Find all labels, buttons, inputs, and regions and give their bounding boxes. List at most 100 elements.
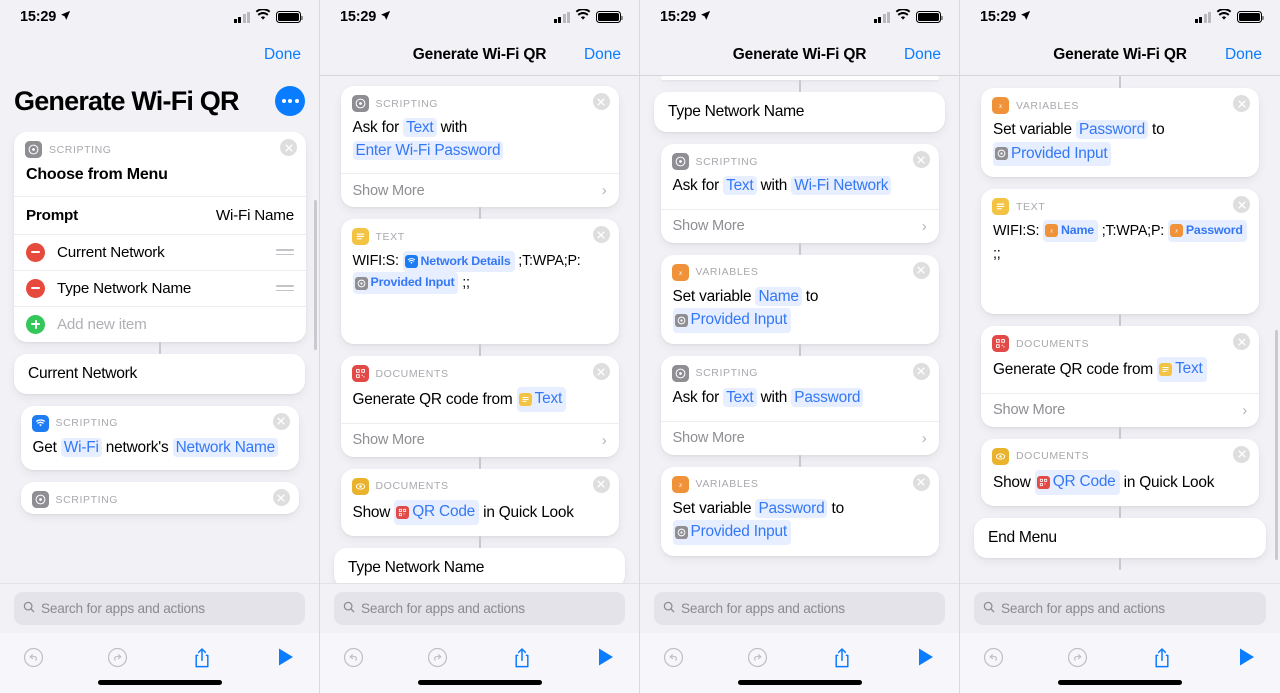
action-card-text[interactable]: TEXT WIFI:S: x Name ;T:WPA;P: x Password…: [981, 189, 1259, 315]
variable-token-password[interactable]: x Password: [1167, 220, 1247, 242]
close-icon[interactable]: [912, 362, 930, 380]
search-input[interactable]: Search for apps and actions: [334, 592, 625, 625]
scroll-indicator[interactable]: [1275, 330, 1278, 560]
show-more-row[interactable]: Show More ›: [981, 392, 1259, 427]
play-icon[interactable]: [591, 647, 621, 667]
undo-icon[interactable]: [658, 647, 688, 668]
parameter-type[interactable]: Text: [723, 176, 757, 195]
show-more-row[interactable]: Show More ›: [660, 208, 939, 243]
done-button[interactable]: Done: [1225, 46, 1262, 64]
card-body[interactable]: WIFI:S: x Name ;T:WPA;P: x Password ;;: [981, 215, 1259, 275]
play-icon[interactable]: [1232, 647, 1262, 667]
play-icon[interactable]: [271, 647, 301, 667]
action-card-text[interactable]: TEXT WIFI:S: Network Details ;T:WPA;P: P…: [340, 219, 619, 345]
reorder-handle-icon[interactable]: [276, 284, 294, 292]
show-more-row[interactable]: Show More ›: [660, 420, 939, 455]
close-icon[interactable]: [280, 139, 297, 156]
action-card-set-variable-password[interactable]: x VARIABLES Set variable Password to Pro…: [660, 466, 939, 556]
menu-branch-label[interactable]: Type Network Name: [334, 547, 625, 583]
parameter-prompt[interactable]: Enter Wi-Fi Password: [352, 140, 504, 160]
scroll-indicator[interactable]: [314, 200, 317, 350]
shortcut-actions-scroll-1[interactable]: SCRIPTING Choose from Menu Prompt Wi-Fi …: [0, 132, 319, 583]
close-icon[interactable]: [592, 363, 610, 381]
menu-item-label[interactable]: Current Network: [57, 244, 276, 261]
action-card-choose-from-menu[interactable]: SCRIPTING Choose from Menu Prompt Wi-Fi …: [14, 132, 306, 342]
parameter-variable-name[interactable]: Password: [755, 498, 828, 518]
menu-branch-label[interactable]: Type Network Name: [654, 92, 945, 132]
remove-item-icon[interactable]: [26, 242, 45, 262]
variable-token-name[interactable]: x Name: [1043, 220, 1098, 242]
redo-icon[interactable]: [742, 647, 772, 668]
action-card-partial[interactable]: SCRIPTING: [20, 482, 299, 515]
menu-prompt-row[interactable]: Prompt Wi-Fi Name: [14, 195, 306, 234]
remove-item-icon[interactable]: [26, 278, 45, 298]
shortcut-actions-scroll-3[interactable]: Type Network Name SCRIPTING Ask for Text…: [640, 76, 959, 583]
close-icon[interactable]: [1233, 445, 1250, 463]
redo-icon[interactable]: [102, 647, 132, 668]
variable-token-qr-code[interactable]: QR Code: [394, 499, 480, 525]
action-card-get-wifi-network-name[interactable]: SCRIPTING Get Wi-Fi network's Network Na…: [20, 405, 299, 471]
search-input[interactable]: Search for apps and actions: [654, 592, 945, 625]
action-card-ask-password[interactable]: SCRIPTING Ask for Text with Password Sho…: [660, 355, 939, 455]
show-more-row[interactable]: Show More ›: [340, 422, 619, 457]
variable-token-qr-code[interactable]: QR Code: [1034, 469, 1120, 495]
action-card-show-quicklook[interactable]: DOCUMENTS Show QR Code in Quick Look: [981, 438, 1259, 506]
close-icon[interactable]: [592, 93, 610, 110]
action-card-show-quicklook[interactable]: DOCUMENTS Show QR Code in Quick Look: [340, 468, 619, 536]
parameter-variable-name[interactable]: Password: [1075, 120, 1148, 139]
undo-icon[interactable]: [338, 647, 368, 668]
done-button[interactable]: Done: [584, 46, 621, 64]
action-card-generate-qr[interactable]: DOCUMENTS Generate QR code from Text Sho…: [981, 326, 1259, 427]
parameter-network-name[interactable]: Network Name: [172, 437, 278, 457]
action-card-set-variable-password[interactable]: x VARIABLES Set variable Password to Pro…: [981, 88, 1259, 178]
close-icon[interactable]: [1233, 95, 1250, 112]
variable-token-provided-input[interactable]: Provided Input: [993, 141, 1112, 167]
parameter-prompt[interactable]: Wi-Fi Network: [791, 176, 892, 195]
reorder-handle-icon[interactable]: [276, 248, 294, 256]
play-icon[interactable]: [911, 647, 941, 667]
close-icon[interactable]: [592, 226, 610, 244]
action-card-set-variable-name[interactable]: x VARIABLES Set variable Name to Provide…: [660, 254, 939, 344]
action-card-generate-qr[interactable]: DOCUMENTS Generate QR code from Text Sho…: [340, 356, 619, 457]
menu-item-label[interactable]: Type Network Name: [57, 280, 276, 297]
search-input[interactable]: Search for apps and actions: [14, 592, 305, 625]
close-icon[interactable]: [912, 473, 930, 491]
prompt-value[interactable]: Wi-Fi Name: [216, 207, 294, 224]
show-more-row[interactable]: Show More ›: [340, 173, 619, 207]
share-icon[interactable]: [187, 647, 217, 669]
undo-icon[interactable]: [978, 647, 1008, 668]
close-icon[interactable]: [1233, 196, 1250, 214]
menu-item-row[interactable]: Type Network Name: [14, 269, 306, 306]
close-icon[interactable]: [912, 151, 930, 168]
variable-token-provided-input[interactable]: Provided Input: [672, 520, 791, 545]
menu-item-row[interactable]: Current Network: [14, 233, 306, 270]
parameter-variable-name[interactable]: Name: [755, 286, 802, 306]
done-button[interactable]: Done: [264, 46, 301, 64]
end-menu-label[interactable]: End Menu: [974, 517, 1266, 558]
search-input[interactable]: Search for apps and actions: [974, 592, 1266, 625]
add-item-icon[interactable]: [26, 314, 45, 334]
undo-icon[interactable]: [18, 647, 48, 668]
done-button[interactable]: Done: [904, 46, 941, 64]
action-card-ask-password[interactable]: SCRIPTING Ask for Text with Enter Wi-Fi …: [340, 86, 619, 208]
more-options-button[interactable]: [275, 86, 305, 116]
close-icon[interactable]: [1233, 333, 1250, 351]
parameter-type[interactable]: Text: [403, 118, 437, 137]
redo-icon[interactable]: [1063, 647, 1093, 668]
add-new-item-row[interactable]: Add new item: [14, 305, 306, 342]
action-card-ask-network[interactable]: SCRIPTING Ask for Text with Wi-Fi Networ…: [660, 144, 939, 243]
close-icon[interactable]: [912, 261, 930, 279]
close-icon[interactable]: [272, 412, 290, 430]
variable-token-provided-input[interactable]: Provided Input: [352, 272, 459, 294]
parameter-wifi[interactable]: Wi-Fi: [60, 437, 102, 457]
shortcut-actions-scroll-4[interactable]: x VARIABLES Set variable Password to Pro…: [960, 76, 1280, 583]
share-icon[interactable]: [1147, 647, 1177, 669]
close-icon[interactable]: [272, 489, 290, 507]
parameter-type[interactable]: Text: [723, 387, 757, 407]
redo-icon[interactable]: [422, 647, 452, 668]
share-icon[interactable]: [507, 647, 537, 669]
variable-token-text[interactable]: Text: [516, 387, 567, 412]
shortcut-actions-scroll-2[interactable]: SCRIPTING Ask for Text with Enter Wi-Fi …: [320, 76, 639, 583]
close-icon[interactable]: [592, 475, 610, 493]
variable-token-network-details[interactable]: Network Details: [402, 251, 515, 273]
